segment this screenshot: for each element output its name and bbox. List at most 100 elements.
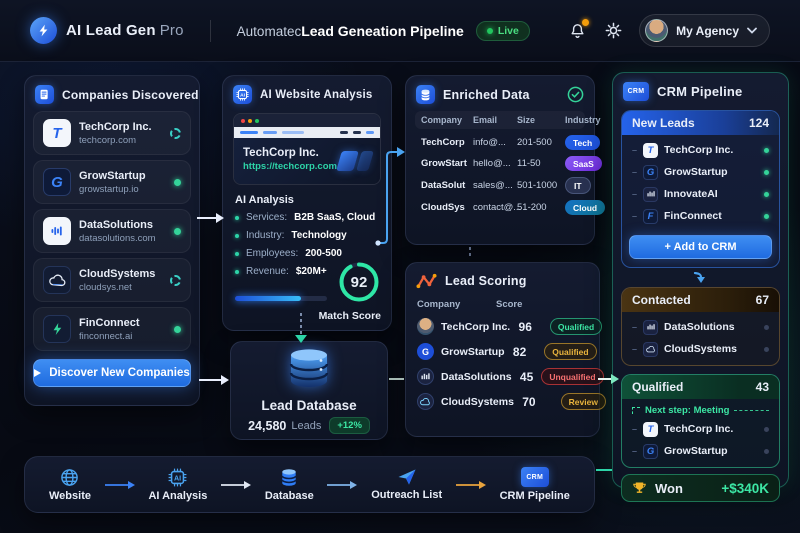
next-step-note: Next step: Meeting xyxy=(632,405,769,416)
techcorp-logo-icon: T xyxy=(43,119,71,147)
browser-mockup: TechCorp Inc. https://techcorp.com xyxy=(233,113,381,185)
crm-lead-datasolutions[interactable]: – DataSolutions xyxy=(629,316,772,338)
lead-status-dot xyxy=(764,346,769,352)
loading-spinner-icon xyxy=(170,127,181,139)
analysis-progress-bar xyxy=(235,296,327,301)
account-menu[interactable]: My Agency xyxy=(639,14,770,47)
enriched-table-header: Company Email Size Industry xyxy=(415,111,601,129)
stage-new-leads-header[interactable]: New Leads 124 xyxy=(622,111,779,135)
industry-badge: Cloud xyxy=(565,200,606,215)
ai-analysis-section-title: AI Analysis xyxy=(235,194,294,206)
crm-lead-growstartup-qualified[interactable]: – G GrowStartup xyxy=(629,440,772,462)
discover-new-companies-button[interactable]: Discover New Companies xyxy=(33,359,191,387)
status-badge: Qualified xyxy=(549,318,603,335)
won-label: Won xyxy=(655,480,683,496)
lead-status-dot xyxy=(764,324,769,330)
industry-badge: SaaS xyxy=(565,156,602,171)
lead-database-card: Lead Database 24,580 Leads +12% xyxy=(230,341,388,440)
live-badge: Live xyxy=(475,20,530,41)
won-summary: Won +$340K xyxy=(621,474,780,502)
browser-titlebar xyxy=(234,114,380,127)
analysis-bullet-services: Services: B2B SaaS, Cloud xyxy=(235,212,379,223)
crm-lead-techcorp[interactable]: – T TechCorp Inc. xyxy=(629,139,772,161)
header-divider xyxy=(209,19,211,42)
flow-step-website[interactable]: Website xyxy=(49,468,91,502)
flow-step-database[interactable]: Database xyxy=(265,468,314,502)
company-card-techcorp[interactable]: T TechCorp Inc. techcorp.com xyxy=(33,111,191,155)
lead-status-dot xyxy=(764,448,769,454)
crm-badge-icon: CRM xyxy=(623,82,649,101)
crm-lead-innovateai[interactable]: – InnovateAI xyxy=(629,183,772,205)
datasolutions-logo-icon xyxy=(43,217,71,245)
notifications-bell-icon[interactable] xyxy=(567,18,590,41)
companies-discovered-panel: Companies Discovered T TechCorp Inc. tech… xyxy=(24,75,200,406)
stage-count: 67 xyxy=(755,293,769,307)
crm-badge-icon: CRM xyxy=(520,467,549,487)
analysis-bullet-industry: Industry: Technology xyxy=(235,230,379,241)
stage-count: 43 xyxy=(755,380,769,394)
live-dot xyxy=(486,27,493,34)
stage-contacted-header[interactable]: Contacted 67 xyxy=(622,288,779,312)
growstartup-avatar: G xyxy=(417,343,434,360)
companies-document-icon xyxy=(35,85,54,104)
crm-lead-growstartup[interactable]: – G GrowStartup xyxy=(629,161,772,183)
browser-content: TechCorp Inc. https://techcorp.com xyxy=(234,138,380,184)
analysis-panel-title: AI Website Analysis xyxy=(260,88,373,101)
stage-count: 124 xyxy=(748,116,769,130)
lead-status-dot xyxy=(764,191,769,197)
lead-status-dot xyxy=(764,426,769,432)
company-card-datasolutions[interactable]: DataSolutions datasolutions.com xyxy=(33,209,191,253)
flow-step-outreach-list[interactable]: Outreach List xyxy=(371,468,442,501)
pipeline-flow-bar: Website AI AI Analysis Database Outreach… xyxy=(24,456,595,513)
paper-plane-icon xyxy=(398,469,416,485)
notification-dot xyxy=(582,18,590,26)
crm-lead-techcorp-qualified[interactable]: – T TechCorp Inc. xyxy=(629,418,772,440)
crm-lead-finconnect[interactable]: – F FinConnect xyxy=(629,205,772,227)
company-card-finconnect[interactable]: FinConnect finconnect.ai xyxy=(33,307,191,351)
datasolutions-avatar xyxy=(417,368,434,385)
lead-status-dot xyxy=(764,213,769,219)
flow-arrow-icon xyxy=(221,480,252,489)
trophy-icon xyxy=(633,482,646,493)
company-card-cloudsystems[interactable]: CloudSystems cloudsys.net xyxy=(33,258,191,302)
crm-lead-cloudsystems[interactable]: – CloudSystems xyxy=(629,338,772,360)
lead-database-title: Lead Database xyxy=(261,398,357,413)
scoring-panel-title: Lead Scoring xyxy=(445,274,527,288)
flow-arrow-icon xyxy=(104,480,135,489)
status-badge: Unqualified xyxy=(541,368,604,385)
add-to-crm-button[interactable]: + Add to CRM xyxy=(629,235,772,259)
enriched-data-panel: Enriched Data Company Email Size Industry T… xyxy=(405,75,606,245)
browser-maximize-dot xyxy=(255,118,259,123)
database-icon xyxy=(289,349,329,387)
won-value: +$340K xyxy=(721,480,769,496)
status-done-dot xyxy=(174,227,181,235)
lead-count-unit: Leads xyxy=(291,419,322,432)
stage-contacted: Contacted 67 – DataSolutions – CloudSyste… xyxy=(621,287,780,366)
stage-new-leads: New Leads 124 – T TechCorp Inc. – G GrowStart… xyxy=(621,110,780,268)
avatar xyxy=(645,19,669,42)
crm-panel-title: CRM Pipeline xyxy=(657,84,743,99)
match-score-ring: 92 xyxy=(337,260,381,304)
company-card-growstartup[interactable]: G GrowStartup growstartup.io xyxy=(33,160,191,204)
lead-delta-badge: +12% xyxy=(329,417,370,434)
flow-step-crm-pipeline[interactable]: CRM CRM Pipeline xyxy=(500,467,570,502)
account-label: My Agency xyxy=(676,23,739,38)
cloudsystems-logo-icon xyxy=(43,266,71,294)
browser-navbar xyxy=(234,127,380,138)
lead-scoring-panel: Lead Scoring Company Score TechCorp Inc. … xyxy=(405,262,606,437)
flow-step-ai-analysis[interactable]: AI AI Analysis xyxy=(148,468,207,502)
browser-close-dot xyxy=(241,118,245,123)
lead-count: 24,580 xyxy=(248,418,287,433)
flow-arrow-icon xyxy=(327,480,358,489)
lead-status-dot xyxy=(764,169,769,175)
stage-qualified-header[interactable]: Qualified 43 xyxy=(622,375,779,399)
enriched-database-icon xyxy=(416,85,435,104)
table-row: CloudSys contact@... 51-200 Cloud xyxy=(415,194,606,215)
lead-status-dot xyxy=(764,147,769,153)
contact-avatar xyxy=(417,318,434,335)
database-icon xyxy=(281,468,297,486)
match-score-label: Match Score xyxy=(318,310,381,322)
companies-panel-title: Companies Discovered xyxy=(62,87,199,102)
analysis-bullet-employees: Employees: 200-500 xyxy=(235,248,379,259)
settings-gear-icon[interactable] xyxy=(603,21,623,41)
